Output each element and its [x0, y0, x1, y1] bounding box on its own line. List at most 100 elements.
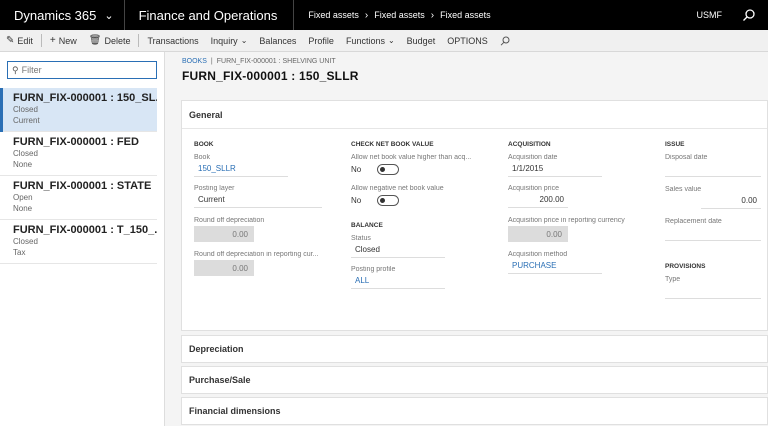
acq-method-field[interactable]: PURCHASE: [508, 258, 602, 274]
trash-icon: 🗑: [88, 35, 102, 46]
list-item-layer: Current: [13, 116, 40, 125]
breadcrumb-item[interactable]: Fixed assets: [440, 10, 491, 20]
list-item[interactable]: FURN_FIX-000001 : FED Closed None: [0, 132, 157, 176]
module-name[interactable]: Finance and Operations: [125, 0, 295, 30]
action-search-button[interactable]: [494, 30, 516, 52]
books-link[interactable]: BOOKS: [182, 58, 207, 65]
edit-button[interactable]: ✎ Edit: [0, 30, 39, 52]
replacement-date-field[interactable]: [665, 225, 761, 241]
divider: [40, 34, 42, 47]
budget-button[interactable]: Budget: [401, 30, 442, 52]
filter-input[interactable]: ⚲ Filter: [7, 61, 157, 79]
list-item-status: Open: [13, 193, 33, 202]
chevron-right-icon: ›: [364, 9, 369, 21]
delete-label: Delete: [104, 35, 131, 46]
list-item-status: Closed: [13, 105, 38, 114]
transactions-label: Transactions: [147, 35, 199, 46]
chevron-down-icon: ⌄: [240, 36, 248, 45]
list-item-layer: None: [13, 204, 33, 213]
round-off-label: Round off depreciation: [194, 217, 265, 224]
plus-icon: +: [49, 35, 56, 46]
list-item-title: FURN_FIX-000001 : STATE: [13, 180, 152, 192]
functions-menu[interactable]: Functions ⌄: [340, 30, 401, 52]
delete-button[interactable]: 🗑 Delete: [83, 30, 137, 52]
acq-price-label: Acquisition price: [508, 185, 559, 192]
acq-method-label: Acquisition method: [508, 251, 568, 258]
options-tab[interactable]: OPTIONS: [441, 30, 494, 52]
company-picker[interactable]: USMF: [697, 0, 723, 30]
nbv-higher-value: No: [351, 164, 362, 174]
balances-button[interactable]: Balances: [253, 30, 302, 52]
purchase-sale-fasttab[interactable]: Purchase/Sale: [181, 366, 768, 394]
list-item-status: Closed: [13, 149, 38, 158]
nbv-higher-label: Allow net book value higher than acq...: [351, 154, 472, 161]
new-button[interactable]: + New: [44, 30, 83, 52]
page-header: BOOKS | FURN_FIX-000001 : SHELVING UNIT …: [182, 58, 359, 83]
balance-group-title: BALANCE: [351, 222, 383, 229]
toggle-knob: [380, 197, 386, 203]
edit-label: Edit: [17, 35, 33, 46]
provision-type-field[interactable]: [665, 283, 761, 299]
list-item-title: FURN_FIX-000001 : T_150_...: [13, 224, 157, 236]
depreciation-fasttab[interactable]: Depreciation: [181, 335, 768, 363]
chevron-down-icon: ⌄: [387, 36, 395, 45]
toggle-knob: [380, 166, 386, 172]
list-item-layer: Tax: [13, 248, 26, 257]
disposal-date-field[interactable]: [665, 161, 761, 177]
chevron-right-icon: ›: [430, 9, 435, 21]
replacement-date-label: Replacement date: [665, 218, 722, 225]
disposal-date-label: Disposal date: [665, 154, 708, 161]
general-tab-header[interactable]: General: [182, 101, 767, 129]
toggle-switch[interactable]: [377, 163, 400, 175]
nbv-group-title: CHECK NET BOOK VALUE: [351, 141, 434, 148]
nbv-higher-toggle[interactable]: No: [351, 161, 476, 177]
filter-placeholder: Filter: [21, 65, 42, 75]
sales-value-field[interactable]: 0.00: [701, 193, 761, 209]
transactions-button[interactable]: Transactions: [141, 30, 204, 52]
app-launcher[interactable]: Dynamics 365 ⌄: [0, 0, 125, 30]
page-title: FURN_FIX-000001 : 150_SLLR: [182, 69, 359, 83]
breadcrumb-item[interactable]: Fixed assets: [374, 10, 425, 20]
round-off-field: 0.00: [194, 226, 254, 242]
posting-layer-field[interactable]: Current: [194, 192, 322, 208]
toggle-switch[interactable]: [377, 194, 400, 206]
nbv-negative-value: No: [351, 195, 362, 205]
sales-value-label: Sales value: [665, 186, 702, 193]
options-label: OPTIONS: [447, 35, 488, 46]
acq-price-field[interactable]: 200.00: [508, 192, 568, 208]
chevron-down-icon: ⌄: [104, 9, 114, 22]
functions-label: Functions: [345, 35, 385, 46]
round-off-rc-label: Round off depreciation in reporting cur.…: [194, 251, 319, 258]
balances-label: Balances: [259, 35, 297, 46]
acq-date-field[interactable]: 1/1/2015: [508, 161, 602, 177]
acquisition-group: ACQUISITION Acquisition date 1/1/2015 Ac…: [508, 141, 638, 274]
breadcrumb-item[interactable]: Fixed assets: [308, 10, 359, 20]
profile-label: Profile: [308, 35, 334, 46]
acq-price-rc-field: 0.00: [508, 226, 568, 242]
divider: |: [210, 58, 213, 65]
app-title: Dynamics 365: [14, 7, 97, 23]
action-pane: ✎ Edit + New 🗑 Delete Transactions Inqui…: [0, 30, 768, 52]
nbv-negative-toggle[interactable]: No: [351, 192, 476, 208]
form-breadcrumb: BOOKS | FURN_FIX-000001 : SHELVING UNIT: [182, 58, 359, 65]
posting-profile-field[interactable]: ALL: [351, 273, 445, 289]
record-list: FURN_FIX-000001 : 150_SL... Closed Curre…: [0, 88, 157, 264]
financial-dimensions-fasttab[interactable]: Financial dimensions: [181, 397, 768, 425]
list-item[interactable]: FURN_FIX-000001 : 150_SL... Closed Curre…: [0, 88, 157, 132]
book-label: Book: [194, 154, 210, 161]
list-item[interactable]: FURN_FIX-000001 : T_150_... Closed Tax: [0, 220, 157, 264]
divider: [138, 34, 140, 47]
list-item[interactable]: FURN_FIX-000001 : STATE Open None: [0, 176, 157, 220]
pencil-icon: ✎: [6, 35, 15, 46]
issue-group: ISSUE Disposal date Sales value 0.00 Rep…: [665, 141, 765, 299]
record-list-pane: ⚲ Filter FURN_FIX-000001 : 150_SL... Clo…: [0, 52, 165, 426]
nbv-negative-label: Allow negative net book value: [351, 185, 444, 192]
inquiry-menu[interactable]: Inquiry ⌄: [205, 30, 254, 52]
search-icon[interactable]: [742, 8, 756, 22]
status-label: Status: [351, 235, 371, 242]
top-nav-bar: Dynamics 365 ⌄ Finance and Operations Fi…: [0, 0, 768, 30]
book-field[interactable]: 150_SLLR: [194, 161, 288, 177]
acq-price-rc-label: Acquisition price in reporting currency: [508, 217, 625, 224]
profile-button[interactable]: Profile: [302, 30, 340, 52]
list-item-title: FURN_FIX-000001 : 150_SL...: [13, 92, 157, 104]
